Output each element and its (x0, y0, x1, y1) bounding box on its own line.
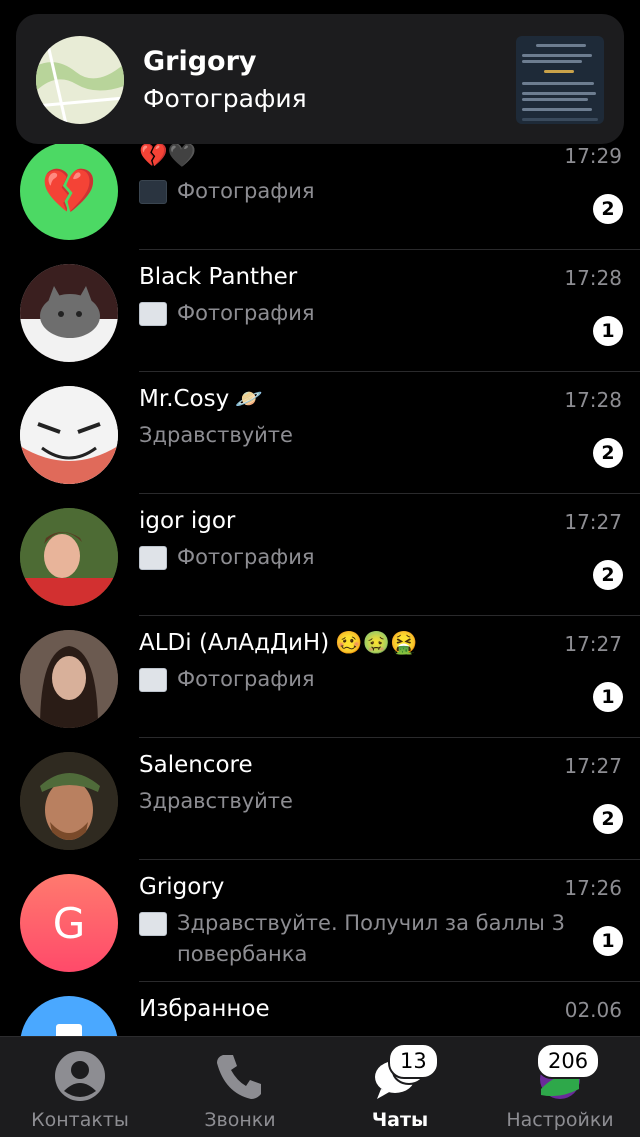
chats-count-badge: 13 (388, 1043, 439, 1079)
chat-time: 17:28 (564, 388, 622, 412)
tab-contacts[interactable]: Контакты (0, 1037, 160, 1137)
tab-bar: Контакты Звонки 13 Чаты 206 Настройки (0, 1036, 640, 1137)
tab-settings[interactable]: 206 Настройки (480, 1037, 640, 1137)
chat-name-emoji: 🪐 (235, 387, 263, 412)
avatar-letter: G (52, 898, 86, 948)
chat-name-text: Mr.Cosy (139, 386, 230, 412)
chat-message: Фотография (177, 667, 315, 691)
phone-icon (213, 1049, 267, 1103)
chat-time: 02.06 (564, 998, 622, 1022)
chat-preview: Фотография (139, 176, 569, 207)
chat-row[interactable]: igor igor 17:27 Фотография 2 (0, 494, 640, 616)
avatar (20, 508, 118, 606)
chat-name: Grigory (139, 874, 225, 900)
chat-name-emoji: 🥴🤢🤮 (335, 631, 418, 656)
chat-name: Black Panther (139, 264, 298, 290)
tab-label: Чаты (371, 1109, 429, 1131)
avatar: G (20, 874, 118, 972)
chat-name: Salencore (139, 752, 253, 778)
unread-badge: 2 (593, 560, 623, 590)
avatar (20, 752, 118, 850)
broken-heart-icon: 💔 (20, 142, 118, 240)
chat-time: 17:28 (564, 266, 622, 290)
chat-message: Фотография (177, 179, 315, 203)
photo-thumbnail-icon (139, 302, 167, 326)
chat-name: Mr.Cosy 🪐 (139, 386, 263, 412)
tab-label: Контакты (31, 1109, 129, 1131)
avatar (20, 630, 118, 728)
chat-row[interactable]: Salencore 17:27 Здравствуйте 2 (0, 738, 640, 860)
notification-banner[interactable]: Grigory Фотография (16, 14, 624, 144)
chat-preview: Здравствуйте (139, 786, 569, 817)
chat-message: Здравствуйте (139, 789, 293, 813)
chat-name: 💔🖤 (139, 143, 197, 169)
chat-time: 17:27 (564, 510, 622, 534)
tab-chats[interactable]: 13 Чаты (320, 1037, 480, 1137)
avatar (20, 264, 118, 362)
unread-badge: 1 (593, 316, 623, 346)
tab-label: Настройки (506, 1109, 614, 1131)
chat-message: Фотография (177, 545, 315, 569)
tab-label: Звонки (204, 1109, 276, 1131)
chat-time: 17:27 (564, 754, 622, 778)
unread-badge: 1 (593, 682, 623, 712)
chat-time: 17:27 (564, 632, 622, 656)
chat-name: igor igor (139, 508, 236, 534)
chat-row[interactable]: Black Panther 17:28 Фотография 1 (0, 250, 640, 372)
unread-badge: 1 (593, 926, 623, 956)
chat-row[interactable]: 💔 💔🖤 17:29 Фотография 2 (0, 128, 640, 250)
tab-calls[interactable]: Звонки (160, 1037, 320, 1137)
notification-avatar (36, 36, 124, 124)
notification-subtitle: Фотография (143, 84, 307, 113)
chat-row[interactable]: ALDi (АлАдДиН) 🥴🤢🤮 17:27 Фотография 1 (0, 616, 640, 738)
chat-message: Здравствуйте. Получил за баллы 3 поверба… (177, 911, 565, 966)
notification-photo-preview (516, 36, 604, 124)
avatar (20, 386, 118, 484)
notification-title: Grigory (143, 46, 257, 77)
photo-thumbnail-icon (139, 180, 167, 204)
chat-time: 17:26 (564, 876, 622, 900)
chat-preview: Фотография (139, 542, 569, 573)
chat-preview: Здравствуйте. Получил за баллы 3 поверба… (139, 908, 569, 970)
unread-badge: 2 (593, 194, 623, 224)
chat-name-text: ALDi (АлАдДиН) (139, 630, 330, 656)
chat-row[interactable]: Mr.Cosy 🪐 17:28 Здравствуйте 2 (0, 372, 640, 494)
bookmark-icon (20, 996, 118, 1036)
settings-count-badge: 206 (536, 1043, 601, 1079)
photo-thumbnail-icon (139, 546, 167, 570)
photo-thumbnail-icon (139, 668, 167, 692)
chat-message: Здравствуйте (139, 423, 293, 447)
chat-list[interactable]: 💔 💔🖤 17:29 Фотография 2 Black Panther 17… (0, 128, 640, 1036)
person-circle-icon (53, 1049, 107, 1103)
chat-row[interactable]: Избранное 02.06 (0, 982, 640, 1036)
chat-name: Избранное (139, 996, 270, 1022)
chat-name: ALDi (АлАдДиН) 🥴🤢🤮 (139, 630, 417, 656)
unread-badge: 2 (593, 804, 623, 834)
photo-thumbnail-icon (139, 912, 167, 936)
chat-row[interactable]: G Grigory 17:26 Здравствуйте. Получил за… (0, 860, 640, 982)
chat-message: Фотография (177, 301, 315, 325)
chat-preview: Фотография (139, 664, 569, 695)
chat-preview: Здравствуйте (139, 420, 569, 451)
chat-time: 17:29 (564, 144, 622, 168)
unread-badge: 2 (593, 438, 623, 468)
chat-preview: Фотография (139, 298, 569, 329)
